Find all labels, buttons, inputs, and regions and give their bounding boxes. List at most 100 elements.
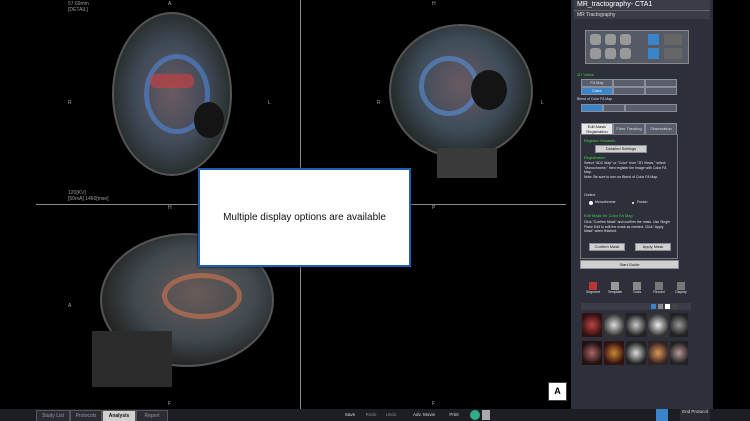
thumbnail-heart[interactable] bbox=[604, 341, 624, 365]
tool-tools[interactable]: Tools bbox=[627, 282, 647, 295]
app-title: MR_tractography- CTA1 bbox=[577, 1, 653, 8]
edit-mask-title: Edit Mask for Color FA Map bbox=[584, 213, 633, 218]
view-button-5[interactable] bbox=[613, 87, 645, 95]
thumb-tool-3[interactable] bbox=[665, 304, 670, 309]
orientation-left: R bbox=[377, 100, 381, 106]
tool-display-label: Display bbox=[675, 290, 687, 294]
view-button-3[interactable] bbox=[645, 79, 677, 87]
thumbnail-brain[interactable] bbox=[670, 313, 688, 337]
orientation-right: L bbox=[541, 100, 544, 106]
lesion bbox=[471, 70, 507, 110]
thumb-tool-1[interactable] bbox=[651, 304, 656, 309]
fiber-tracts-red bbox=[150, 74, 194, 88]
layout-icon-grid[interactable] bbox=[664, 48, 682, 59]
layout-toggle-icon[interactable] bbox=[656, 409, 668, 421]
view-button-color[interactable]: Color bbox=[581, 87, 613, 95]
thumb-tool-4[interactable] bbox=[672, 304, 677, 309]
registration-title: Registration bbox=[584, 155, 606, 160]
layout-icon-cine[interactable] bbox=[664, 34, 682, 45]
thumbnail-toolbar bbox=[581, 303, 691, 310]
layout-icon-color[interactable] bbox=[648, 34, 659, 45]
trash-icon[interactable] bbox=[482, 410, 490, 420]
radio-fusion[interactable] bbox=[631, 201, 635, 205]
view-button-fa-map[interactable]: FA Map bbox=[581, 79, 613, 87]
bottom-bar: Study List Protocols Analysis Report Sav… bbox=[0, 409, 750, 421]
thumbnail-spine[interactable] bbox=[626, 341, 646, 365]
register-volumes-label: Register Volumes bbox=[584, 138, 616, 143]
notice-text: Multiple display options are available bbox=[223, 212, 386, 223]
orientation-left: A bbox=[68, 303, 72, 309]
layout-icon-6[interactable] bbox=[620, 48, 631, 59]
view-button-6[interactable] bbox=[645, 87, 677, 95]
fiber-tracts bbox=[419, 56, 479, 116]
image-viewer[interactable]: 57.69mm [DETAIL] A R L 120[KV] [50mA] 14… bbox=[36, 0, 567, 409]
radio-monochrome-label: Monochrome bbox=[595, 200, 616, 204]
face-region bbox=[92, 331, 172, 387]
views-title: 2D Views bbox=[577, 72, 594, 77]
save-button[interactable]: Save bbox=[340, 411, 360, 419]
tool-record-label: Record bbox=[653, 290, 665, 294]
thumbnail-vessels-2[interactable] bbox=[604, 313, 624, 337]
tool-template[interactable]: Template bbox=[605, 282, 625, 295]
view-label-badge: A bbox=[548, 382, 567, 401]
orientation-bottom: F bbox=[432, 401, 436, 407]
preset-thumbnails bbox=[582, 313, 688, 373]
layout-icon-3[interactable] bbox=[620, 34, 631, 45]
layout-icon-1[interactable] bbox=[590, 34, 601, 45]
orientation-top: A bbox=[168, 1, 172, 7]
control-title: Control bbox=[584, 193, 596, 197]
blend-title: Blend of Color FA Map bbox=[577, 97, 613, 101]
detailed-settings-button[interactable]: Detailed Settings bbox=[595, 145, 647, 153]
adv-movie-button[interactable]: Adv. Movie bbox=[408, 411, 440, 419]
overlay-detail: [DETAIL] bbox=[68, 7, 88, 13]
view-button-2[interactable] bbox=[613, 79, 645, 87]
lesion bbox=[194, 102, 224, 138]
thumbnail-skull[interactable] bbox=[648, 313, 668, 337]
end-protocol-button[interactable]: End Protocol bbox=[680, 409, 710, 421]
tool-display[interactable]: Display bbox=[671, 282, 691, 295]
start-guide-button[interactable]: Start Guide bbox=[580, 260, 679, 269]
thumbnail-head[interactable] bbox=[670, 341, 688, 365]
apply-mask-button[interactable]: Apply Mask bbox=[635, 243, 671, 251]
confirm-mask-button[interactable]: Confirm Mask bbox=[589, 243, 625, 251]
subtitle-bar: MR Tractography bbox=[574, 11, 710, 19]
layout-icon-2[interactable] bbox=[605, 34, 616, 45]
edit-mask-text: Click "Confirm Mask" and confirm the mas… bbox=[584, 220, 670, 233]
app-subtitle: MR Tractography bbox=[577, 12, 616, 18]
refresh-icon[interactable] bbox=[470, 410, 480, 420]
tool-segment-label: Segment bbox=[585, 290, 600, 294]
overlay-ma: [50mA] 1460[mse] bbox=[68, 196, 109, 202]
layout-icon-4[interactable] bbox=[590, 48, 601, 59]
tool-record[interactable]: Record bbox=[649, 282, 669, 295]
blend-slider[interactable] bbox=[625, 104, 677, 112]
radio-monochrome[interactable] bbox=[589, 201, 593, 205]
control-panel: MR_tractography- CTA1 MR Tractography 2D… bbox=[571, 0, 713, 409]
tab-analysis[interactable]: Analysis bbox=[102, 410, 136, 421]
tool-segment[interactable]: Segment bbox=[583, 282, 603, 295]
layout-icon-fusion[interactable] bbox=[648, 48, 659, 59]
thumbnail-torso[interactable] bbox=[648, 341, 668, 365]
thumbnail-lungs[interactable] bbox=[582, 341, 602, 365]
thumb-tool-2[interactable] bbox=[658, 304, 663, 309]
title-bar: MR_tractography- CTA1 bbox=[574, 0, 710, 11]
blend-off-button[interactable] bbox=[603, 104, 625, 112]
tab-report[interactable]: Report bbox=[136, 410, 168, 421]
layout-icon-5[interactable] bbox=[605, 48, 616, 59]
redo-button[interactable]: Redo bbox=[362, 411, 380, 419]
layout-selector bbox=[585, 30, 689, 64]
axial-scan-image bbox=[112, 12, 232, 176]
thumbnail-vessels-3[interactable] bbox=[626, 313, 646, 337]
tool-template-label: Template bbox=[607, 290, 623, 294]
blend-on-button[interactable] bbox=[581, 104, 603, 112]
tab-study-list[interactable]: Study List bbox=[36, 410, 70, 421]
tool-tools-label: Tools bbox=[632, 290, 642, 294]
brainstem-region bbox=[437, 148, 497, 178]
orientation-bottom: F bbox=[168, 401, 172, 407]
tab-protocols[interactable]: Protocols bbox=[70, 410, 102, 421]
undo-button[interactable]: Undo bbox=[382, 411, 400, 419]
orientation-top: P bbox=[432, 205, 436, 211]
orientation-top: H bbox=[168, 205, 172, 211]
print-button[interactable]: Print bbox=[444, 411, 464, 419]
tool-row: Segment Template Tools Record Display bbox=[583, 282, 693, 300]
thumbnail-vessels-1[interactable] bbox=[582, 313, 602, 337]
